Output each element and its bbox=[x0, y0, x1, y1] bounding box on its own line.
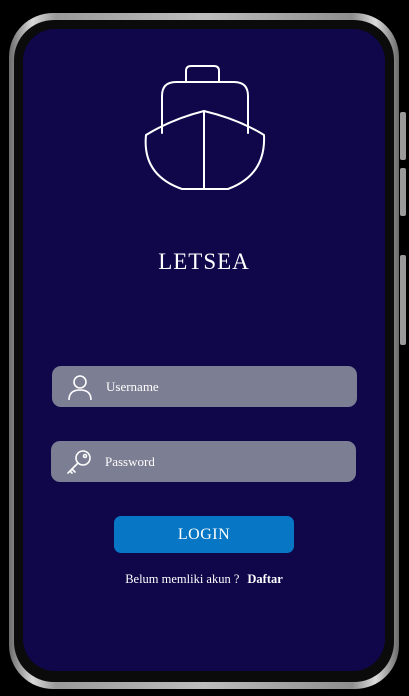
username-field[interactable] bbox=[52, 366, 357, 407]
phone-side-button bbox=[400, 168, 406, 216]
ship-logo-icon bbox=[144, 65, 266, 190]
signup-row: Belum memliki akun ? Daftar bbox=[23, 572, 385, 587]
username-input[interactable] bbox=[104, 377, 328, 396]
login-screen: LETSEA LOGIN Belum memliki akun ? Daftar bbox=[23, 29, 385, 671]
signup-link[interactable]: Daftar bbox=[247, 572, 282, 586]
signup-prompt: Belum memliki akun ? bbox=[125, 572, 240, 586]
key-icon bbox=[67, 449, 91, 474]
phone-side-button bbox=[400, 255, 406, 345]
user-icon bbox=[68, 374, 92, 400]
phone-side-button bbox=[400, 112, 406, 160]
app-title: LETSEA bbox=[158, 249, 250, 274]
password-field[interactable] bbox=[51, 441, 356, 482]
login-button[interactable]: LOGIN bbox=[114, 516, 294, 553]
password-input[interactable] bbox=[103, 452, 327, 471]
